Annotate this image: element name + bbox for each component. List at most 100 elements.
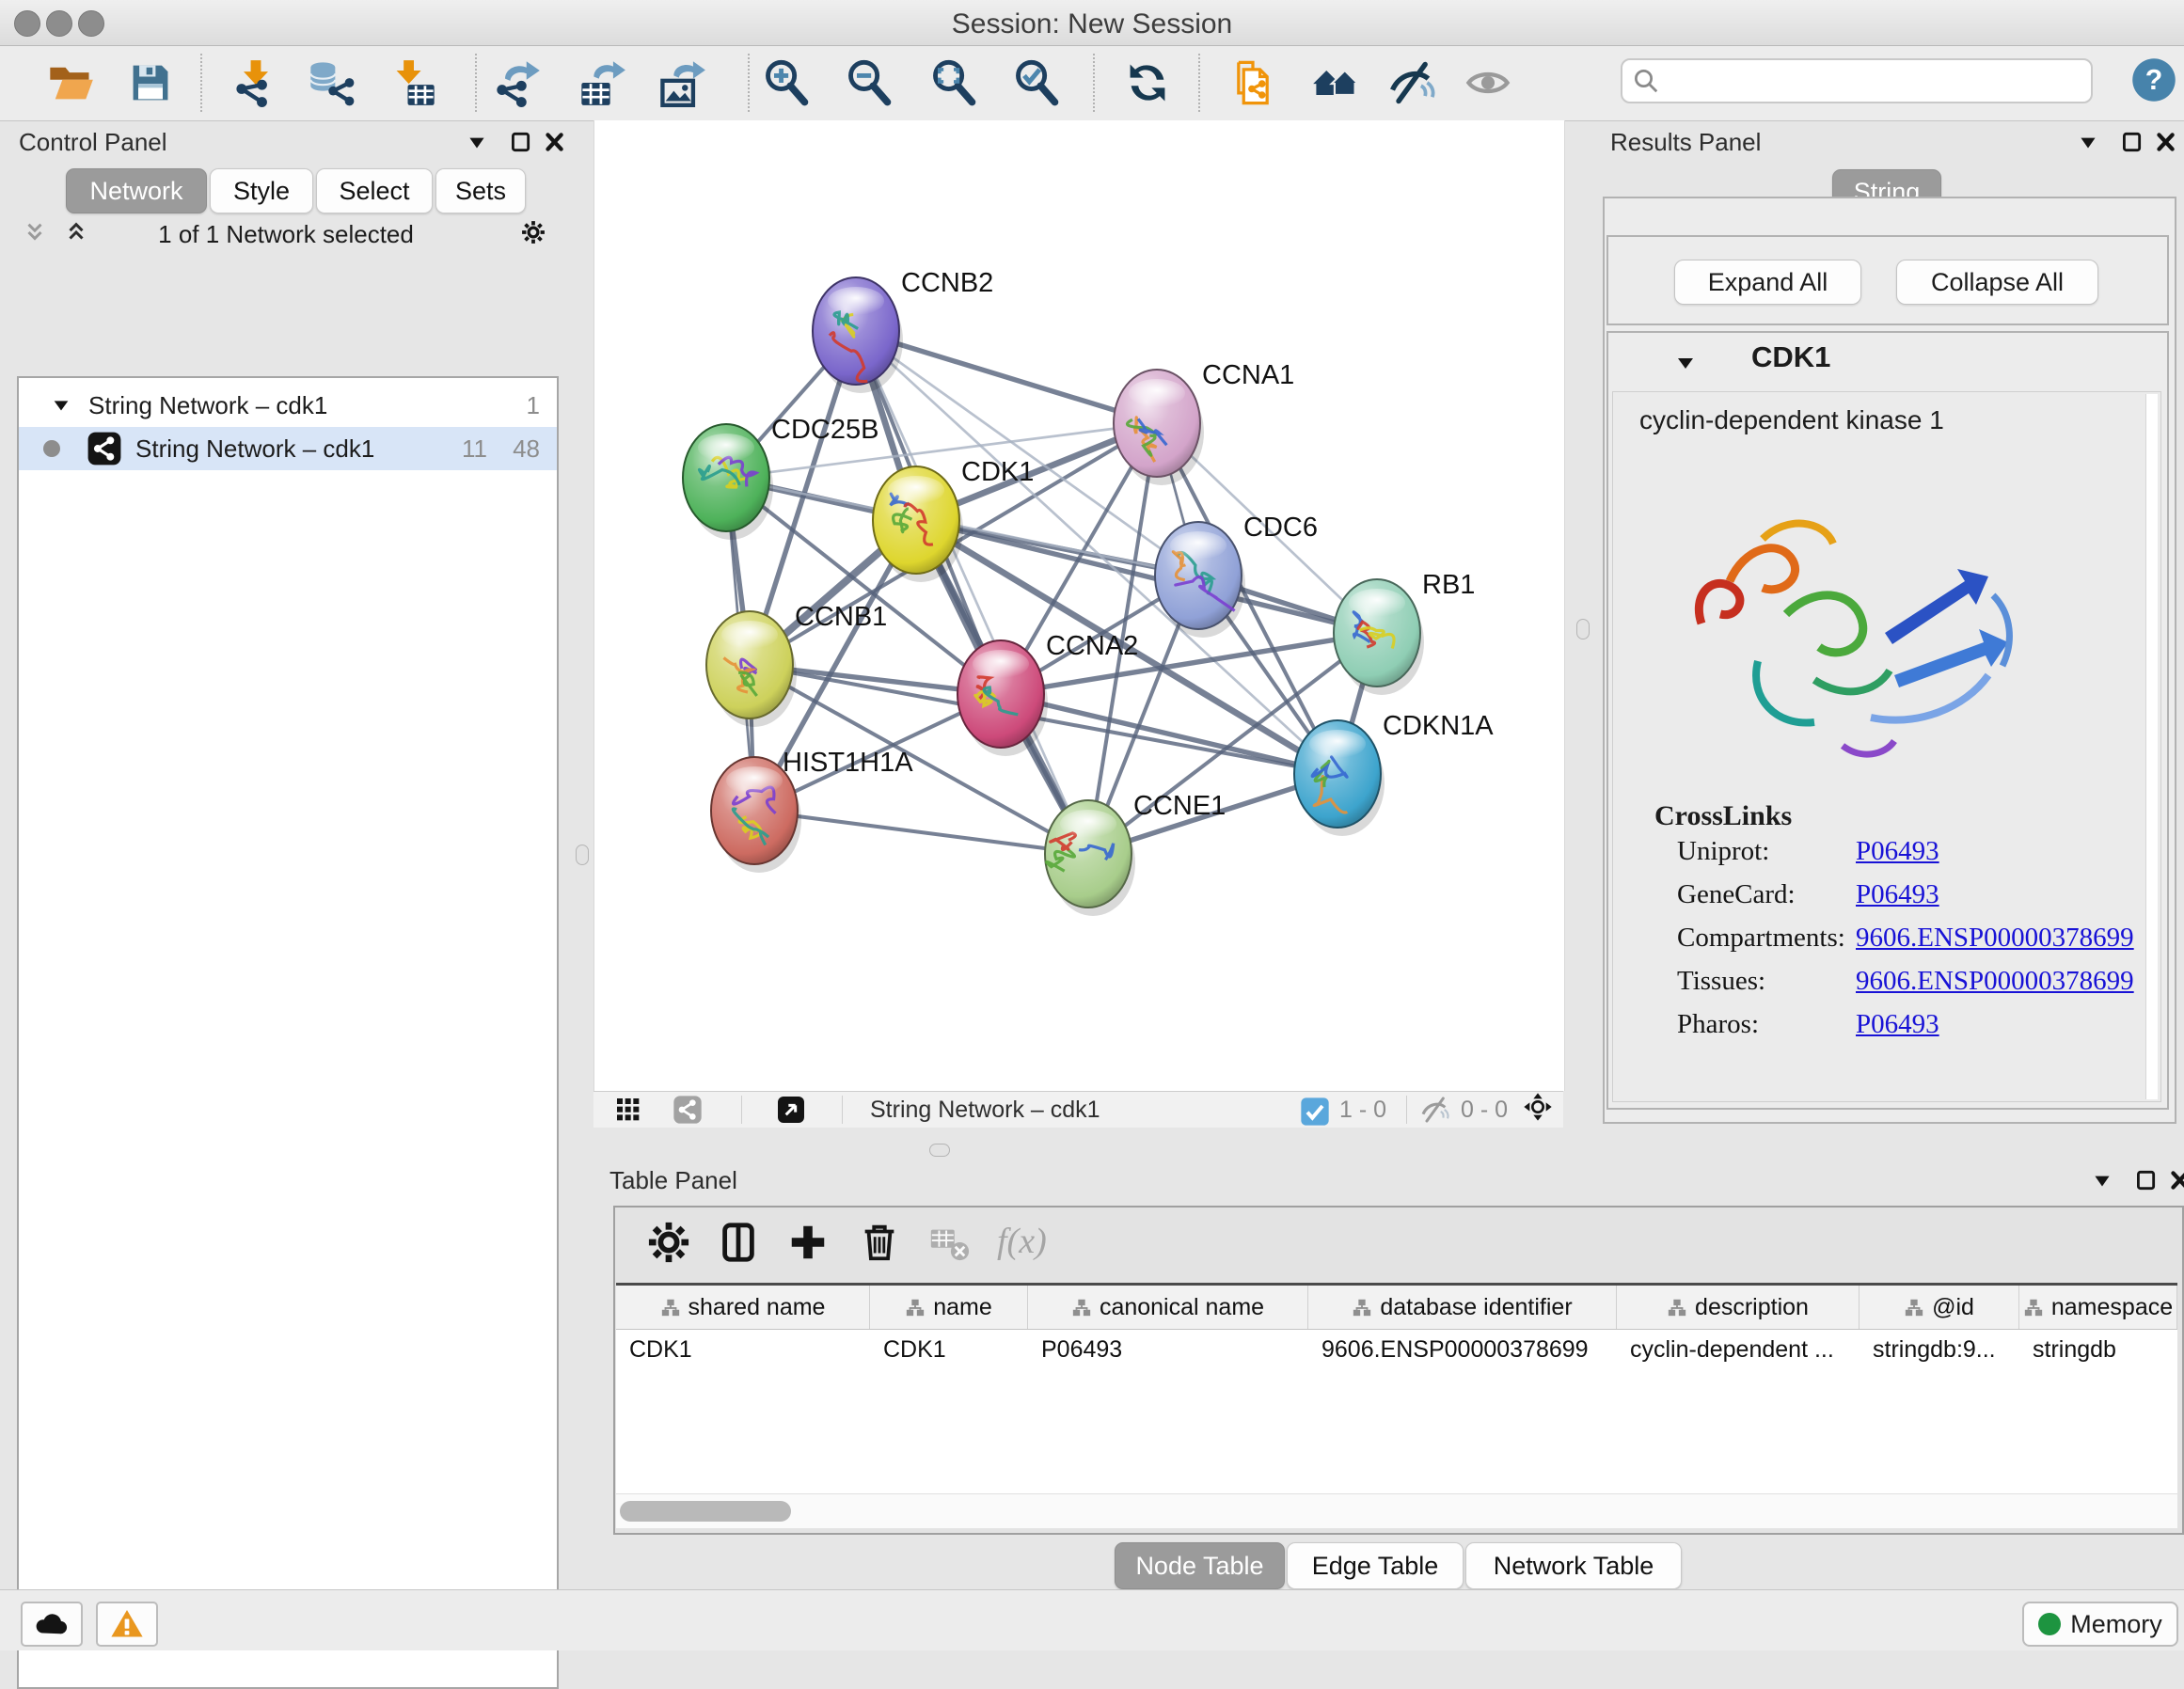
grid-view-icon[interactable] (613, 1095, 645, 1127)
control-panel-float-button[interactable] (506, 128, 534, 156)
eye-show-button[interactable] (1462, 56, 1514, 109)
selected-counts: 1 - 0 (1339, 1097, 1386, 1124)
export-image-button[interactable] (656, 56, 708, 109)
import-network-file-button[interactable] (229, 56, 282, 109)
protein-section-expander-icon[interactable] (1674, 352, 1697, 374)
column-header-sharedname[interactable]: shared name (616, 1286, 870, 1329)
zoom-fit-icon (929, 58, 978, 107)
cloud-button[interactable] (21, 1602, 83, 1647)
table-panel-float-button[interactable] (2131, 1166, 2160, 1194)
hidden-eye-slash-icon (1419, 1095, 1451, 1127)
network-row-selected[interactable]: String Network – cdk1 11 48 (19, 427, 557, 470)
table-cell[interactable]: CDK1 (870, 1330, 1028, 1369)
column-type-icon (660, 1297, 681, 1318)
column-header-name[interactable]: name (870, 1286, 1028, 1329)
tab-select[interactable]: Select (316, 168, 433, 213)
crosslink-link[interactable]: P06493 (1856, 1009, 1939, 1040)
network-node-ccna2[interactable]: CCNA2 (957, 631, 1138, 756)
detach-view-icon[interactable] (776, 1095, 808, 1127)
delete-column-icon[interactable] (858, 1221, 903, 1266)
table-cell[interactable]: 9606.ENSP00000378699 (1308, 1330, 1617, 1369)
string-home-button[interactable] (1309, 56, 1362, 109)
birdseye-navigator-icon[interactable] (1523, 1092, 1559, 1128)
tab-network[interactable]: Network (66, 168, 207, 213)
zoom-selected-button[interactable] (1010, 56, 1063, 109)
network-edge[interactable] (754, 811, 1088, 854)
tab-node-table[interactable]: Node Table (1115, 1542, 1285, 1589)
table-settings-gear-icon[interactable] (647, 1221, 692, 1266)
main-toolbar: ? (0, 46, 2184, 121)
zoom-out-button[interactable] (843, 56, 895, 109)
horizontal-splitter-handle[interactable] (929, 1144, 950, 1157)
search-input[interactable] (1666, 63, 2091, 99)
tab-edge-table[interactable]: Edge Table (1287, 1542, 1464, 1589)
crosslink-link[interactable]: P06493 (1856, 879, 1939, 910)
tab-style[interactable]: Style (210, 168, 313, 213)
results-panel-float-button[interactable] (2117, 128, 2145, 156)
help-button[interactable]: ? (2128, 54, 2180, 106)
add-column-icon[interactable] (786, 1221, 831, 1266)
column-header-id[interactable]: @id (1860, 1286, 2019, 1329)
column-header-description[interactable]: description (1617, 1286, 1860, 1329)
table-horizontal-scrollbar[interactable] (616, 1493, 2177, 1528)
control-panel-close-button[interactable] (540, 128, 568, 156)
open-session-button[interactable] (44, 56, 97, 109)
import-network-database-button[interactable] (305, 56, 357, 109)
column-header-canonicalname[interactable]: canonical name (1028, 1286, 1308, 1329)
collection-expander-icon[interactable] (51, 395, 71, 416)
export-table-button[interactable] (576, 56, 628, 109)
string-document-button[interactable] (1227, 56, 1279, 109)
eye-hide-button[interactable] (1385, 56, 1437, 109)
svg-text:?: ? (2145, 65, 2163, 96)
crosslink-link[interactable]: P06493 (1856, 836, 1939, 867)
expand-all-button[interactable]: Expand All (1674, 260, 1861, 305)
control-panel-menu-button[interactable] (463, 128, 491, 156)
left-splitter-handle[interactable] (576, 844, 589, 865)
results-panel-close-button[interactable] (2151, 128, 2179, 156)
network-node-cdk1[interactable]: CDK1 (873, 457, 1034, 582)
search-box (1621, 58, 2093, 103)
table-cell[interactable]: P06493 (1028, 1330, 1308, 1369)
results-panel-menu-button[interactable] (2074, 128, 2102, 156)
network-node-rb1[interactable]: RB1 (1334, 570, 1475, 695)
network-canvas[interactable]: CCNB2CCNA1CDC25BCDK1CDC6RB1CCNB1CCNA2CDK… (593, 120, 1565, 1091)
results-scrollbar-track[interactable] (2145, 394, 2158, 1099)
network-collection-row[interactable]: String Network – cdk1 1 (19, 384, 557, 427)
scrollbar-thumb[interactable] (620, 1501, 791, 1522)
collapse-all-button[interactable]: Collapse All (1896, 260, 2098, 305)
tab-sets[interactable]: Sets (435, 168, 526, 213)
export-network-button[interactable] (491, 56, 544, 109)
warnings-button[interactable] (96, 1602, 158, 1647)
network-node-hist1h1a[interactable]: HIST1H1A (711, 748, 913, 873)
tab-network-table[interactable]: Network Table (1465, 1542, 1682, 1589)
column-header-namespace[interactable]: namespace (2019, 1286, 2177, 1329)
network-node-ccne1[interactable]: CCNE1 (1045, 791, 1226, 916)
column-header-databaseidentifier[interactable]: database identifier (1308, 1286, 1617, 1329)
refresh-view-button[interactable] (1121, 56, 1174, 109)
crosslink-link[interactable]: 9606.ENSP00000378699 (1856, 923, 2134, 954)
network-edge[interactable] (1001, 694, 1337, 774)
table-panel-close-button[interactable] (2165, 1166, 2184, 1194)
table-panel-menu-button[interactable] (2088, 1166, 2116, 1194)
table-cell[interactable]: CDK1 (616, 1330, 870, 1369)
zoom-fit-button[interactable] (927, 56, 980, 109)
table-cell[interactable]: cyclin-dependent ... (1617, 1330, 1860, 1369)
selected-checkbox-icon[interactable] (1300, 1097, 1328, 1125)
network-view-icon[interactable] (673, 1095, 704, 1127)
toolbar-separator (200, 54, 202, 112)
import-table-file-button[interactable] (388, 56, 440, 109)
network-node-ccnb1[interactable]: CCNB1 (706, 602, 887, 727)
zoom-in-button[interactable] (760, 56, 813, 109)
network-node-cdc6[interactable]: CDC6 (1155, 513, 1318, 638)
memory-button[interactable]: Memory (2022, 1602, 2178, 1647)
table-cell[interactable]: stringdb (2019, 1330, 2177, 1369)
column-type-icon (905, 1297, 926, 1318)
right-splitter-handle[interactable] (1576, 619, 1590, 639)
table-cell[interactable]: stringdb:9... (1860, 1330, 2019, 1369)
network-node-cdkn1a[interactable]: CDKN1A (1294, 711, 1494, 836)
crosslinks-title: CrossLinks (1654, 800, 1792, 832)
crosslink-link[interactable]: 9606.ENSP00000378699 (1856, 966, 2134, 997)
show-columns-icon[interactable] (717, 1221, 762, 1266)
network-options-gear-icon[interactable] (515, 214, 551, 250)
save-session-button[interactable] (124, 56, 177, 109)
